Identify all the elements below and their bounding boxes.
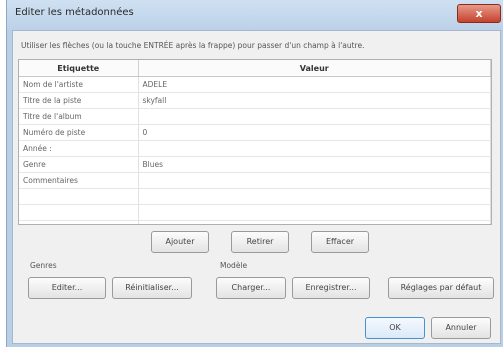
column-header-value: Valeur bbox=[138, 60, 491, 77]
tag-value-cell[interactable] bbox=[138, 108, 491, 125]
instruction-text: Utiliser les flèches (ou la touche ENTRÉ… bbox=[21, 41, 365, 50]
add-button[interactable]: Ajouter bbox=[151, 231, 209, 253]
tag-value-cell[interactable] bbox=[138, 204, 491, 221]
tag-label-cell[interactable]: Titre de la piste bbox=[19, 92, 139, 109]
table-row: Commentaires bbox=[19, 172, 491, 189]
tag-label-cell[interactable]: Commentaires bbox=[19, 172, 139, 189]
table-row bbox=[19, 188, 491, 205]
model-group-label: Modèle bbox=[220, 261, 248, 270]
tag-label-cell[interactable]: Genre bbox=[19, 156, 139, 173]
ok-button[interactable]: OK bbox=[365, 317, 425, 339]
table-row: Numéro de piste 0 bbox=[19, 124, 491, 141]
remove-button[interactable]: Retirer bbox=[231, 231, 289, 253]
close-button[interactable]: x bbox=[457, 4, 501, 23]
table-row: Titre de la piste skyfall bbox=[19, 92, 491, 109]
metadata-grid: Etiquette Valeur Nom de l'artiste ADELE … bbox=[18, 59, 492, 225]
table-row bbox=[19, 204, 491, 221]
tag-value-cell[interactable]: 0 bbox=[138, 124, 491, 141]
edit-genres-button[interactable]: Editer... bbox=[28, 277, 106, 299]
table-row bbox=[19, 220, 491, 224]
table-row: Titre de l'album bbox=[19, 108, 491, 125]
tag-value-cell[interactable] bbox=[138, 140, 491, 157]
save-model-button[interactable]: Enregistrer... bbox=[292, 277, 370, 299]
tag-value-cell[interactable] bbox=[138, 172, 491, 189]
tag-label-cell[interactable] bbox=[19, 204, 139, 221]
tag-value-cell[interactable]: ADELE bbox=[138, 76, 491, 93]
tag-value-cell[interactable] bbox=[138, 188, 491, 205]
tag-label-cell[interactable] bbox=[19, 188, 139, 205]
dialog-body: Utiliser les flèches (ou la touche ENTRÉ… bbox=[12, 30, 501, 344]
cancel-button[interactable]: Annuler bbox=[431, 317, 491, 339]
tag-label-cell[interactable]: Titre de l'album bbox=[19, 108, 139, 125]
tag-label-cell[interactable]: Numéro de piste bbox=[19, 124, 139, 141]
title-bar[interactable]: Editer les métadonnées x bbox=[7, 0, 503, 30]
tag-value-cell[interactable]: Blues bbox=[138, 156, 491, 173]
tag-value-cell[interactable] bbox=[138, 220, 491, 224]
metadata-table: Etiquette Valeur Nom de l'artiste ADELE … bbox=[19, 60, 491, 224]
tag-label-cell[interactable]: Année : bbox=[19, 140, 139, 157]
tag-value-cell[interactable]: skyfall bbox=[138, 92, 491, 109]
table-row: Année : bbox=[19, 140, 491, 157]
reset-genres-button[interactable]: Réinitialiser... bbox=[112, 277, 192, 299]
table-header-row: Etiquette Valeur bbox=[19, 60, 491, 77]
dialog-title: Editer les métadonnées bbox=[15, 7, 134, 18]
tag-label-cell[interactable]: Nom de l'artiste bbox=[19, 76, 139, 93]
clear-button[interactable]: Effacer bbox=[311, 231, 369, 253]
genres-group-label: Genres bbox=[30, 261, 57, 270]
dialog-window: Editer les métadonnées x Utiliser les fl… bbox=[6, 0, 503, 347]
tag-label-cell[interactable] bbox=[19, 220, 139, 224]
load-model-button[interactable]: Charger... bbox=[216, 277, 286, 299]
table-row: Nom de l'artiste ADELE bbox=[19, 76, 491, 93]
default-settings-button[interactable]: Réglages par défaut bbox=[388, 277, 494, 299]
close-icon: x bbox=[475, 7, 483, 20]
table-row: Genre Blues bbox=[19, 156, 491, 173]
column-header-label: Etiquette bbox=[19, 60, 139, 77]
